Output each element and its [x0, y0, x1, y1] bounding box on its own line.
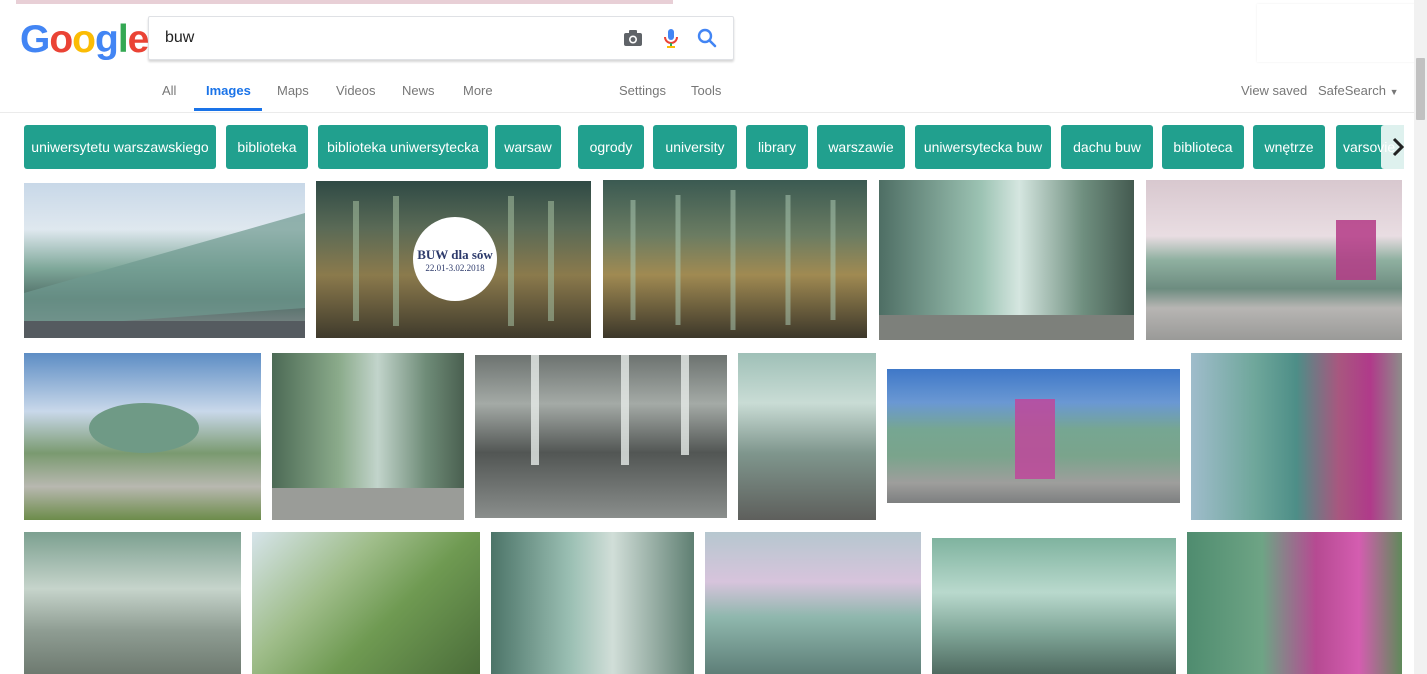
search-input[interactable]	[163, 23, 607, 53]
tab-all[interactable]: All	[162, 83, 176, 98]
tab-videos[interactable]: Videos	[336, 83, 376, 98]
tab-maps[interactable]: Maps	[277, 83, 309, 98]
active-tab-indicator	[194, 108, 262, 111]
top-strip	[16, 0, 673, 4]
search-box[interactable]	[148, 16, 734, 60]
chip[interactable]: biblioteka	[226, 125, 308, 169]
tab-images[interactable]: Images	[206, 83, 251, 98]
image-result-art	[272, 488, 464, 520]
caret-down-icon: ▼	[1389, 87, 1399, 97]
view-saved-link[interactable]: View saved	[1241, 83, 1307, 98]
safesearch-label: SafeSearch	[1318, 83, 1386, 98]
related-search-chips: uniwersytetu warszawskiego biblioteka bi…	[24, 125, 1404, 171]
chip[interactable]: warszawie	[817, 125, 905, 169]
chip[interactable]: biblioteka uniwersytecka	[318, 125, 488, 169]
chip[interactable]: uniwersytecka buw	[915, 125, 1051, 169]
image-result[interactable]	[705, 532, 921, 674]
settings-link[interactable]: Settings	[619, 83, 666, 98]
image-result[interactable]	[887, 369, 1180, 503]
image-result[interactable]	[252, 532, 480, 674]
microphone-icon[interactable]	[659, 26, 683, 50]
account-panel	[1257, 4, 1417, 62]
search-icon[interactable]	[695, 26, 719, 50]
image-result[interactable]	[24, 353, 261, 520]
overlay-dates: 22.01-3.02.2018	[425, 263, 485, 273]
logo-letter: G	[20, 18, 50, 61]
chip[interactable]: warsaw	[495, 125, 561, 169]
chip[interactable]: uniwersytetu warszawskiego	[24, 125, 216, 169]
chip[interactable]: university	[653, 125, 737, 169]
image-result[interactable]: BUW dla sów 22.01-3.02.2018	[316, 181, 591, 338]
image-result[interactable]	[603, 180, 867, 338]
camera-icon[interactable]	[621, 26, 645, 50]
image-result[interactable]	[475, 355, 727, 518]
google-logo[interactable]: Google	[20, 16, 150, 64]
overlay-title: BUW dla sów	[417, 247, 493, 262]
image-result[interactable]	[24, 532, 241, 674]
image-result[interactable]	[932, 538, 1176, 674]
logo-letter: o	[49, 18, 73, 61]
image-result[interactable]	[24, 183, 305, 338]
image-result-art	[24, 213, 305, 338]
tools-link[interactable]: Tools	[691, 83, 721, 98]
scrollbar-thumb[interactable]	[1416, 58, 1425, 120]
logo-letter: g	[95, 18, 119, 61]
scrollbar[interactable]	[1414, 0, 1427, 674]
chip[interactable]: wnętrze	[1253, 125, 1325, 169]
logo-letter: l	[117, 18, 129, 61]
chevron-right-icon	[1392, 137, 1405, 157]
chip[interactable]: dachu buw	[1061, 125, 1153, 169]
image-result[interactable]	[879, 180, 1134, 340]
image-result-art	[531, 355, 689, 465]
image-result[interactable]	[1146, 180, 1402, 340]
image-result-art	[630, 190, 836, 330]
safesearch-menu[interactable]: SafeSearch ▼	[1318, 83, 1398, 98]
image-result[interactable]	[1191, 353, 1402, 520]
chip[interactable]: ogrody	[578, 125, 644, 169]
image-result[interactable]	[738, 353, 876, 520]
chip[interactable]: library	[746, 125, 808, 169]
nav-bar: All Images Maps Videos News More Setting…	[0, 62, 1414, 113]
tab-more[interactable]: More	[463, 83, 493, 98]
logo-letter: o	[72, 18, 96, 61]
image-result[interactable]	[1187, 532, 1402, 674]
chip[interactable]: biblioteca	[1162, 125, 1244, 169]
image-result-art	[1336, 220, 1376, 280]
image-result-art	[879, 315, 1134, 340]
logo-letter: e	[127, 18, 150, 61]
image-result-art	[1015, 399, 1055, 479]
image-result[interactable]	[491, 532, 694, 674]
chips-next-button[interactable]	[1381, 125, 1415, 169]
image-result[interactable]	[272, 353, 464, 520]
image-result-art	[89, 403, 199, 453]
tab-news[interactable]: News	[402, 83, 435, 98]
